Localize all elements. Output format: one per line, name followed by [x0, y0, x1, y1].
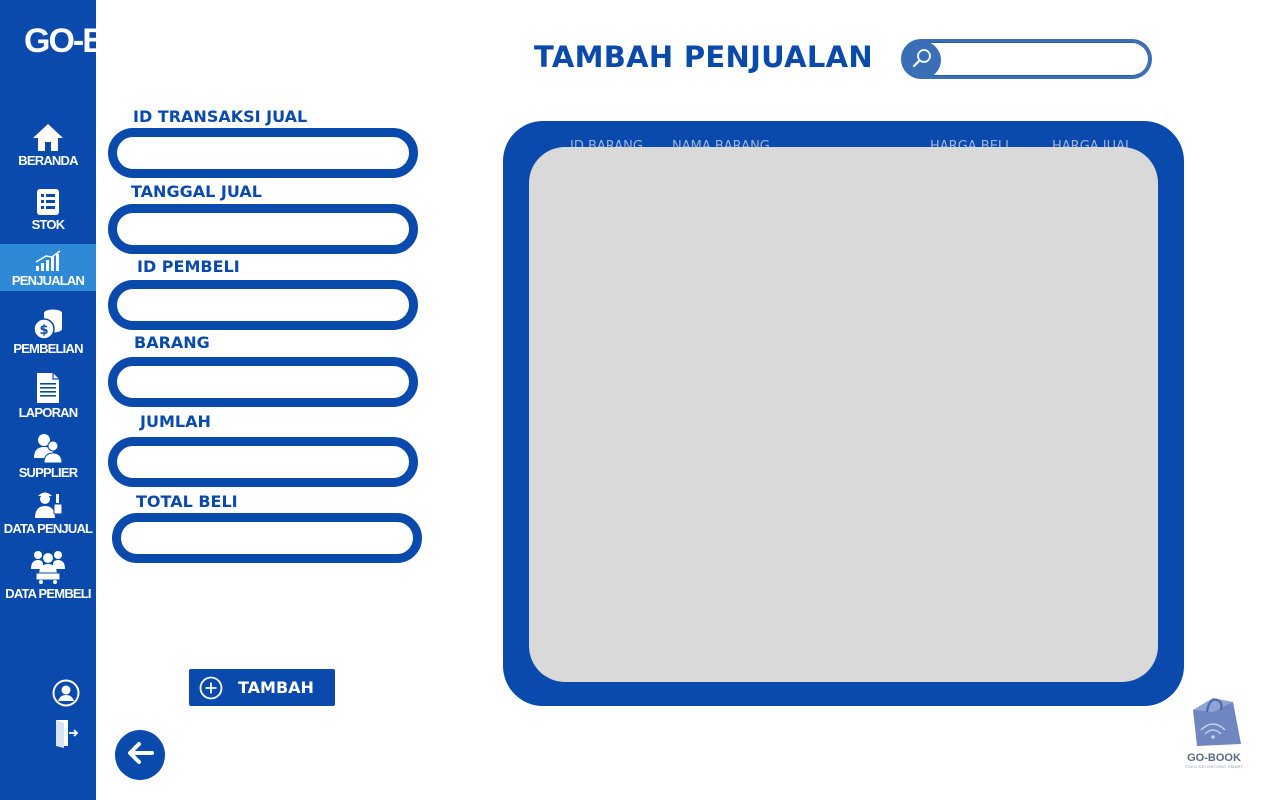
search-icon — [911, 47, 933, 73]
corner-brand-tagline: TOKO KELONTONG SMART — [1184, 764, 1244, 769]
sidebar-item-label: STOK — [31, 217, 65, 232]
barang-label: BARANG — [134, 333, 210, 352]
shopping-bag-icon — [1183, 694, 1245, 752]
tanggal-jual-field — [108, 204, 418, 254]
sidebar-item-label: DATA PEMBELI — [5, 586, 91, 601]
tanggal-jual-label: TANGGAL JUAL — [131, 182, 262, 201]
user-circle-icon[interactable] — [48, 677, 84, 709]
id-pembeli-input[interactable] — [117, 289, 409, 321]
svg-text:$: $ — [39, 323, 48, 338]
search-bar — [901, 39, 1152, 79]
barang-field — [108, 357, 418, 407]
corner-brand-name: GO-BOOK — [1187, 752, 1241, 764]
sidebar-item-label: LAPORAN — [18, 405, 78, 420]
tambah-button-label: TAMBAH — [238, 678, 314, 697]
sidebar-item-label: PENJUALAN — [11, 273, 85, 288]
sidebar: BERANDA STOK PENJUALAN $ PEMBELIAN LAPOR… — [0, 0, 96, 800]
arrow-left-icon — [125, 740, 155, 770]
data-table: ID BARANG NAMA BARANG HARGA BELI HARGA J… — [503, 121, 1184, 706]
home-icon — [30, 118, 66, 152]
sidebar-item-laporan[interactable]: LAPORAN — [0, 368, 96, 420]
logout-icon[interactable] — [48, 716, 84, 750]
table-body[interactable] — [529, 147, 1158, 682]
buyers-icon — [30, 547, 66, 585]
tanggal-jual-input[interactable] — [117, 213, 409, 245]
jumlah-field — [108, 437, 418, 487]
sidebar-item-label: BERANDA — [18, 153, 78, 168]
jumlah-label: JUMLAH — [140, 412, 211, 431]
users-icon — [30, 428, 66, 464]
barang-input[interactable] — [117, 366, 409, 398]
sidebar-item-penjualan[interactable]: PENJUALAN — [0, 244, 96, 291]
sidebar-item-beranda[interactable]: BERANDA — [0, 118, 96, 168]
id-transaksi-jual-label: ID TRANSAKSI JUAL — [133, 107, 308, 126]
total-beli-field — [112, 513, 422, 563]
coins-icon: $ — [30, 306, 66, 340]
jumlah-input[interactable] — [117, 446, 409, 478]
sidebar-item-label: SUPPLIER — [18, 465, 78, 480]
sidebar-item-label: PEMBELIAN — [13, 341, 83, 356]
id-pembeli-label: ID PEMBELI — [137, 257, 240, 276]
plus-circle-icon — [199, 676, 223, 700]
list-icon — [30, 182, 66, 216]
sidebar-item-data-penjual[interactable]: DATA PENJUAL — [0, 486, 96, 536]
app-logo: GO-BOOK — [24, 22, 178, 60]
corner-brand-logo: GO-BOOK TOKO KELONTONG SMART — [1180, 694, 1248, 769]
tambah-button[interactable]: TAMBAH — [189, 669, 335, 706]
sidebar-item-data-pembeli[interactable]: DATA PEMBELI — [0, 547, 96, 601]
sidebar-item-pembelian[interactable]: $ PEMBELIAN — [0, 306, 96, 356]
seller-icon — [30, 486, 66, 520]
id-transaksi-jual-field — [108, 128, 418, 178]
page-title: TAMBAH PENJUALAN — [534, 40, 873, 74]
id-transaksi-jual-input[interactable] — [117, 137, 409, 169]
search-button[interactable] — [903, 41, 941, 79]
total-beli-label: TOTAL BELI — [136, 492, 238, 511]
document-icon — [30, 368, 66, 404]
sidebar-item-label: DATA PENJUAL — [3, 521, 93, 536]
search-input[interactable] — [948, 48, 1144, 72]
sidebar-item-supplier[interactable]: SUPPLIER — [0, 428, 96, 480]
total-beli-input[interactable] — [121, 522, 413, 554]
id-pembeli-field — [108, 280, 418, 330]
sidebar-item-stok[interactable]: STOK — [0, 182, 96, 232]
chart-icon — [30, 248, 66, 272]
back-button[interactable] — [115, 730, 165, 780]
